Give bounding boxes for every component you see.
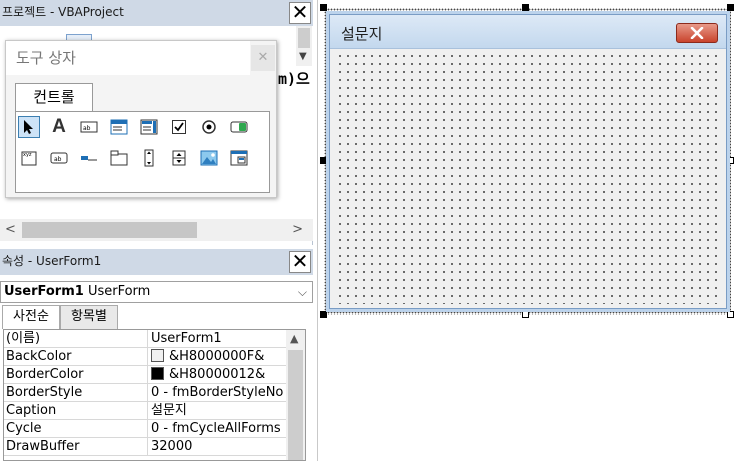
commandbutton-icon[interactable]: ab bbox=[48, 147, 70, 169]
properties-close-icon[interactable]: ✕ bbox=[289, 251, 311, 273]
toolbox-tab-controls[interactable]: 컨트롤 bbox=[15, 83, 93, 111]
checkbox-icon[interactable] bbox=[168, 116, 190, 138]
project-horizontal-scrollbar[interactable]: < > bbox=[0, 219, 313, 241]
multipage-icon[interactable] bbox=[108, 147, 130, 169]
property-name: Cycle bbox=[6, 420, 148, 437]
tabstrip-icon[interactable] bbox=[78, 147, 100, 169]
property-value: &H8000000F& bbox=[169, 349, 265, 364]
project-vscroll-thumb[interactable] bbox=[298, 28, 310, 48]
object-type: UserForm bbox=[87, 284, 151, 299]
properties-title-text: 속성 - UserForm1 bbox=[2, 254, 102, 268]
svg-text:ab: ab bbox=[83, 125, 91, 132]
userform-close-button[interactable] bbox=[676, 23, 718, 43]
toolbox-controls-area: A ab xyz ab bbox=[15, 111, 270, 193]
color-swatch bbox=[151, 367, 164, 380]
resize-handle[interactable] bbox=[727, 4, 734, 11]
textbox-icon[interactable]: ab bbox=[78, 116, 100, 138]
refedit-icon[interactable] bbox=[228, 147, 250, 169]
resize-handle[interactable] bbox=[320, 157, 327, 164]
image-icon[interactable] bbox=[198, 147, 220, 169]
property-grid: (이름) UserForm1 BackColor &H8000000F& Bor… bbox=[3, 329, 306, 461]
close-icon bbox=[690, 27, 704, 39]
property-name: DrawBuffer bbox=[6, 438, 148, 455]
property-value[interactable]: 0 - fmCycleAllForms bbox=[151, 420, 286, 437]
togglebutton-icon[interactable] bbox=[228, 116, 250, 138]
svg-text:xyz: xyz bbox=[23, 152, 32, 158]
toolbox-title[interactable]: 도구 상자 bbox=[6, 41, 250, 75]
property-value[interactable]: 설문지 bbox=[151, 402, 286, 419]
tab-categorized[interactable]: 항목별 bbox=[60, 305, 118, 329]
property-row[interactable]: BackColor &H8000000F& bbox=[4, 348, 286, 366]
project-hscroll-thumb[interactable] bbox=[22, 222, 197, 238]
property-value: &H80000012& bbox=[169, 367, 266, 382]
pointer-icon[interactable] bbox=[18, 116, 40, 138]
color-swatch bbox=[151, 349, 164, 362]
chevron-down-icon[interactable]: ⌵ bbox=[298, 282, 307, 302]
userform-client-grid[interactable] bbox=[334, 50, 722, 304]
resize-handle[interactable] bbox=[320, 4, 327, 11]
project-explorer-title-text: 프로젝트 - VBAProject bbox=[2, 5, 124, 19]
property-name: BorderColor bbox=[6, 366, 148, 383]
scroll-up-icon[interactable]: ▲ bbox=[290, 332, 298, 345]
object-selector-dropdown[interactable]: UserForm1 UserForm ⌵ bbox=[0, 281, 313, 303]
property-name: BorderStyle bbox=[6, 384, 148, 401]
resize-handle[interactable] bbox=[727, 311, 734, 318]
property-grid-scrollbar[interactable]: ▲ bbox=[286, 330, 305, 460]
property-name: BackColor bbox=[6, 348, 148, 365]
property-row[interactable]: BorderColor &H80000012& bbox=[4, 366, 286, 384]
property-value[interactable]: 32000 bbox=[151, 438, 286, 455]
property-value[interactable]: UserForm1 bbox=[151, 330, 286, 347]
property-name: Caption bbox=[6, 402, 148, 419]
project-tree-text: m)으 bbox=[278, 70, 310, 88]
project-scroll-down-icon[interactable]: ▼ bbox=[299, 51, 307, 62]
project-close-icon[interactable]: ✕ bbox=[289, 2, 311, 24]
label-icon[interactable]: A bbox=[48, 116, 70, 138]
property-value-color[interactable]: &H8000000F& bbox=[151, 348, 286, 365]
combobox-icon[interactable] bbox=[108, 116, 130, 138]
resize-handle[interactable] bbox=[522, 311, 529, 318]
property-value-color[interactable]: &H80000012& bbox=[151, 366, 286, 383]
userform-window[interactable]: 설문지 bbox=[329, 14, 727, 309]
property-row[interactable]: DrawBuffer 32000 bbox=[4, 438, 286, 456]
resize-handle[interactable] bbox=[522, 4, 529, 11]
project-explorer-title: 프로젝트 - VBAProject ✕ bbox=[0, 0, 313, 26]
optionbutton-icon[interactable] bbox=[198, 116, 220, 138]
tab-alphabetic[interactable]: 사전순 bbox=[2, 305, 60, 329]
object-name: UserForm1 bbox=[4, 284, 84, 299]
scrollbar-icon[interactable] bbox=[138, 147, 160, 169]
property-value[interactable]: 0 - fmBorderStyleNo bbox=[151, 384, 286, 401]
resize-handle[interactable] bbox=[320, 311, 327, 318]
toolbox-window[interactable]: 도구 상자 ✕ 컨트롤 A ab xyz ab bbox=[5, 40, 277, 198]
toolbox-close-icon[interactable]: ✕ bbox=[251, 45, 275, 71]
property-row[interactable]: Cycle 0 - fmCycleAllForms bbox=[4, 420, 286, 438]
frame-icon[interactable]: xyz bbox=[18, 147, 40, 169]
scroll-right-icon[interactable]: > bbox=[292, 222, 303, 237]
userform-titlebar[interactable]: 설문지 bbox=[330, 15, 726, 49]
property-row[interactable]: BorderStyle 0 - fmBorderStyleNo bbox=[4, 384, 286, 402]
property-grid-scroll-thumb[interactable] bbox=[288, 350, 303, 460]
spinbutton-icon[interactable] bbox=[168, 147, 190, 169]
scroll-left-icon[interactable]: < bbox=[5, 222, 16, 237]
property-name: (이름) bbox=[6, 330, 148, 347]
svg-text:ab: ab bbox=[54, 156, 62, 163]
listbox-icon[interactable] bbox=[138, 116, 160, 138]
project-vertical-scrollbar[interactable]: ▼ bbox=[296, 26, 312, 66]
property-row[interactable]: (이름) UserForm1 bbox=[4, 330, 286, 348]
resize-handle[interactable] bbox=[727, 157, 734, 164]
userform-caption: 설문지 bbox=[341, 25, 383, 43]
properties-title: 속성 - UserForm1 ✕ bbox=[0, 249, 313, 275]
property-row[interactable]: Caption 설문지 bbox=[4, 402, 286, 420]
